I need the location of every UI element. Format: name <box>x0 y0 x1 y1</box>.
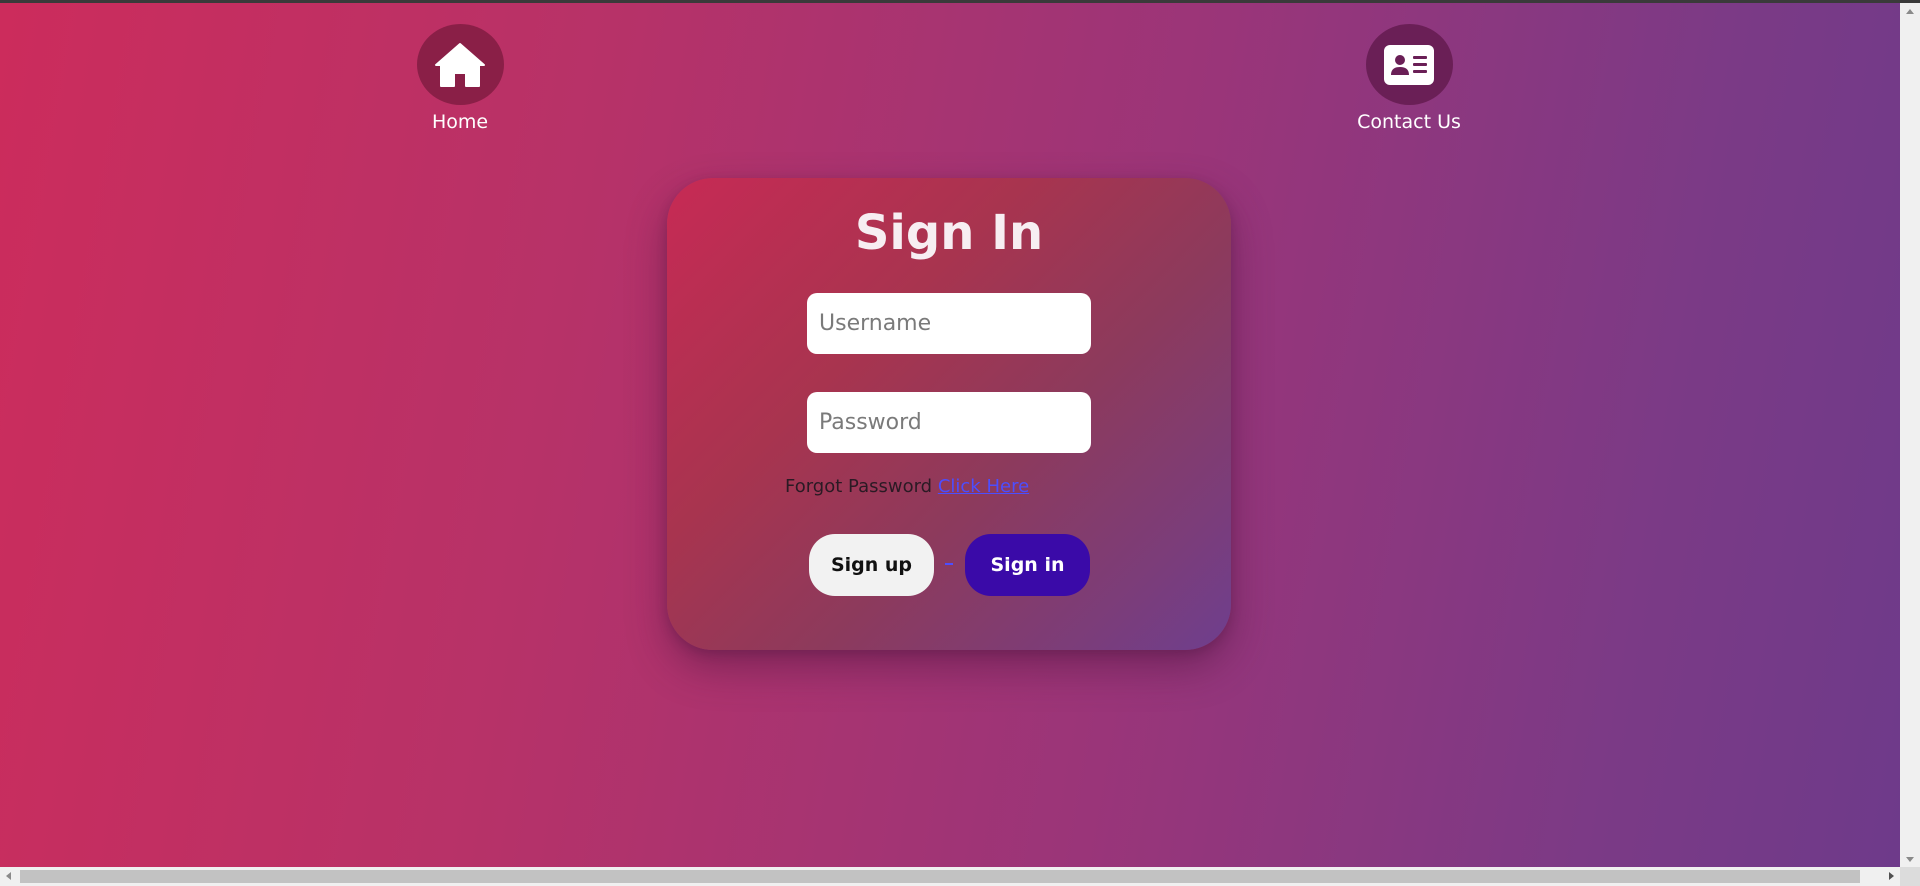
page-background: Home Contact Us Sign In Forgot Passw <box>0 3 1900 867</box>
signup-button[interactable]: Sign up <box>809 534 934 596</box>
nav-contact-label[interactable]: Contact Us <box>1357 111 1461 133</box>
username-input[interactable] <box>807 293 1091 354</box>
link-underline-fragment <box>945 563 953 565</box>
nav-contact-us[interactable]: Contact Us <box>1339 24 1479 133</box>
forgot-password-text: Forgot Password <box>785 476 933 497</box>
window-top-border <box>0 0 1920 3</box>
forgot-password-link[interactable]: Click Here <box>938 476 1029 497</box>
horizontal-scrollbar[interactable] <box>0 867 1900 886</box>
nav-home-label[interactable]: Home <box>432 111 488 133</box>
house-icon <box>435 42 485 87</box>
scroll-left-arrow-icon[interactable] <box>6 872 11 880</box>
nav-home[interactable]: Home <box>390 24 530 133</box>
scroll-up-arrow-icon[interactable] <box>1906 9 1914 14</box>
home-icon-circle[interactable] <box>416 24 504 105</box>
forgot-password-row: Forgot Password Click Here <box>785 476 1029 497</box>
scroll-right-arrow-icon[interactable] <box>1889 872 1894 880</box>
contact-icon-circle[interactable] <box>1365 24 1453 105</box>
password-input[interactable] <box>807 392 1091 453</box>
browser-viewport: Home Contact Us Sign In Forgot Passw <box>0 0 1920 886</box>
horizontal-scroll-thumb[interactable] <box>20 870 1860 883</box>
signin-title: Sign In <box>854 205 1044 261</box>
vertical-scrollbar[interactable] <box>1900 3 1920 867</box>
signin-card: Sign In Forgot Password Click Here Sign … <box>667 178 1231 650</box>
scrollbar-corner <box>1900 867 1920 886</box>
scroll-down-arrow-icon[interactable] <box>1906 857 1914 862</box>
contact-card-icon <box>1384 44 1434 85</box>
signin-button[interactable]: Sign in <box>965 534 1090 596</box>
